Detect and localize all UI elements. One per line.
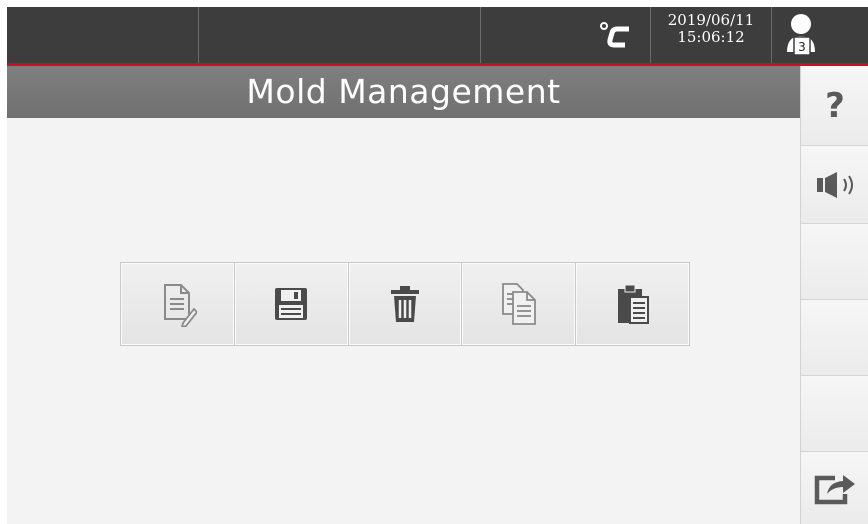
status-bar: 2019/06/11 15:06:12 3 xyxy=(7,7,868,63)
help-icon: ? xyxy=(825,85,845,126)
export-icon xyxy=(814,475,855,505)
status-segment-2 xyxy=(199,7,481,63)
user-level-text: 3 xyxy=(798,40,806,54)
sound-button[interactable] xyxy=(801,146,868,224)
user-icon[interactable]: 3 xyxy=(783,12,823,58)
copy-button[interactable] xyxy=(462,263,577,345)
clipboard-paste-icon xyxy=(617,284,649,324)
delete-button[interactable] xyxy=(348,263,463,345)
mold-toolbar xyxy=(120,262,690,346)
side-button-4[interactable] xyxy=(801,300,868,376)
save-button[interactable] xyxy=(234,263,349,345)
help-button[interactable]: ? xyxy=(801,66,868,146)
side-button-3[interactable] xyxy=(801,224,868,300)
status-segment-1 xyxy=(7,7,199,63)
paste-button[interactable] xyxy=(576,263,689,345)
copy-icon xyxy=(501,283,536,325)
date-text: 2019/06/11 xyxy=(667,11,755,29)
floppy-disk-icon xyxy=(275,288,308,320)
page-title: Mold Management xyxy=(7,66,800,118)
date-time-display: 2019/06/11 15:06:12 xyxy=(650,7,772,63)
temperature-unit-icon[interactable] xyxy=(597,17,637,53)
edit-document-icon xyxy=(164,284,198,327)
export-button[interactable] xyxy=(801,452,868,524)
trash-icon xyxy=(390,286,419,322)
edit-button[interactable] xyxy=(121,263,235,345)
speaker-icon xyxy=(817,171,853,198)
time-text: 15:06:12 xyxy=(677,28,745,46)
side-button-5[interactable] xyxy=(801,376,868,452)
side-panel: ? xyxy=(800,66,868,524)
